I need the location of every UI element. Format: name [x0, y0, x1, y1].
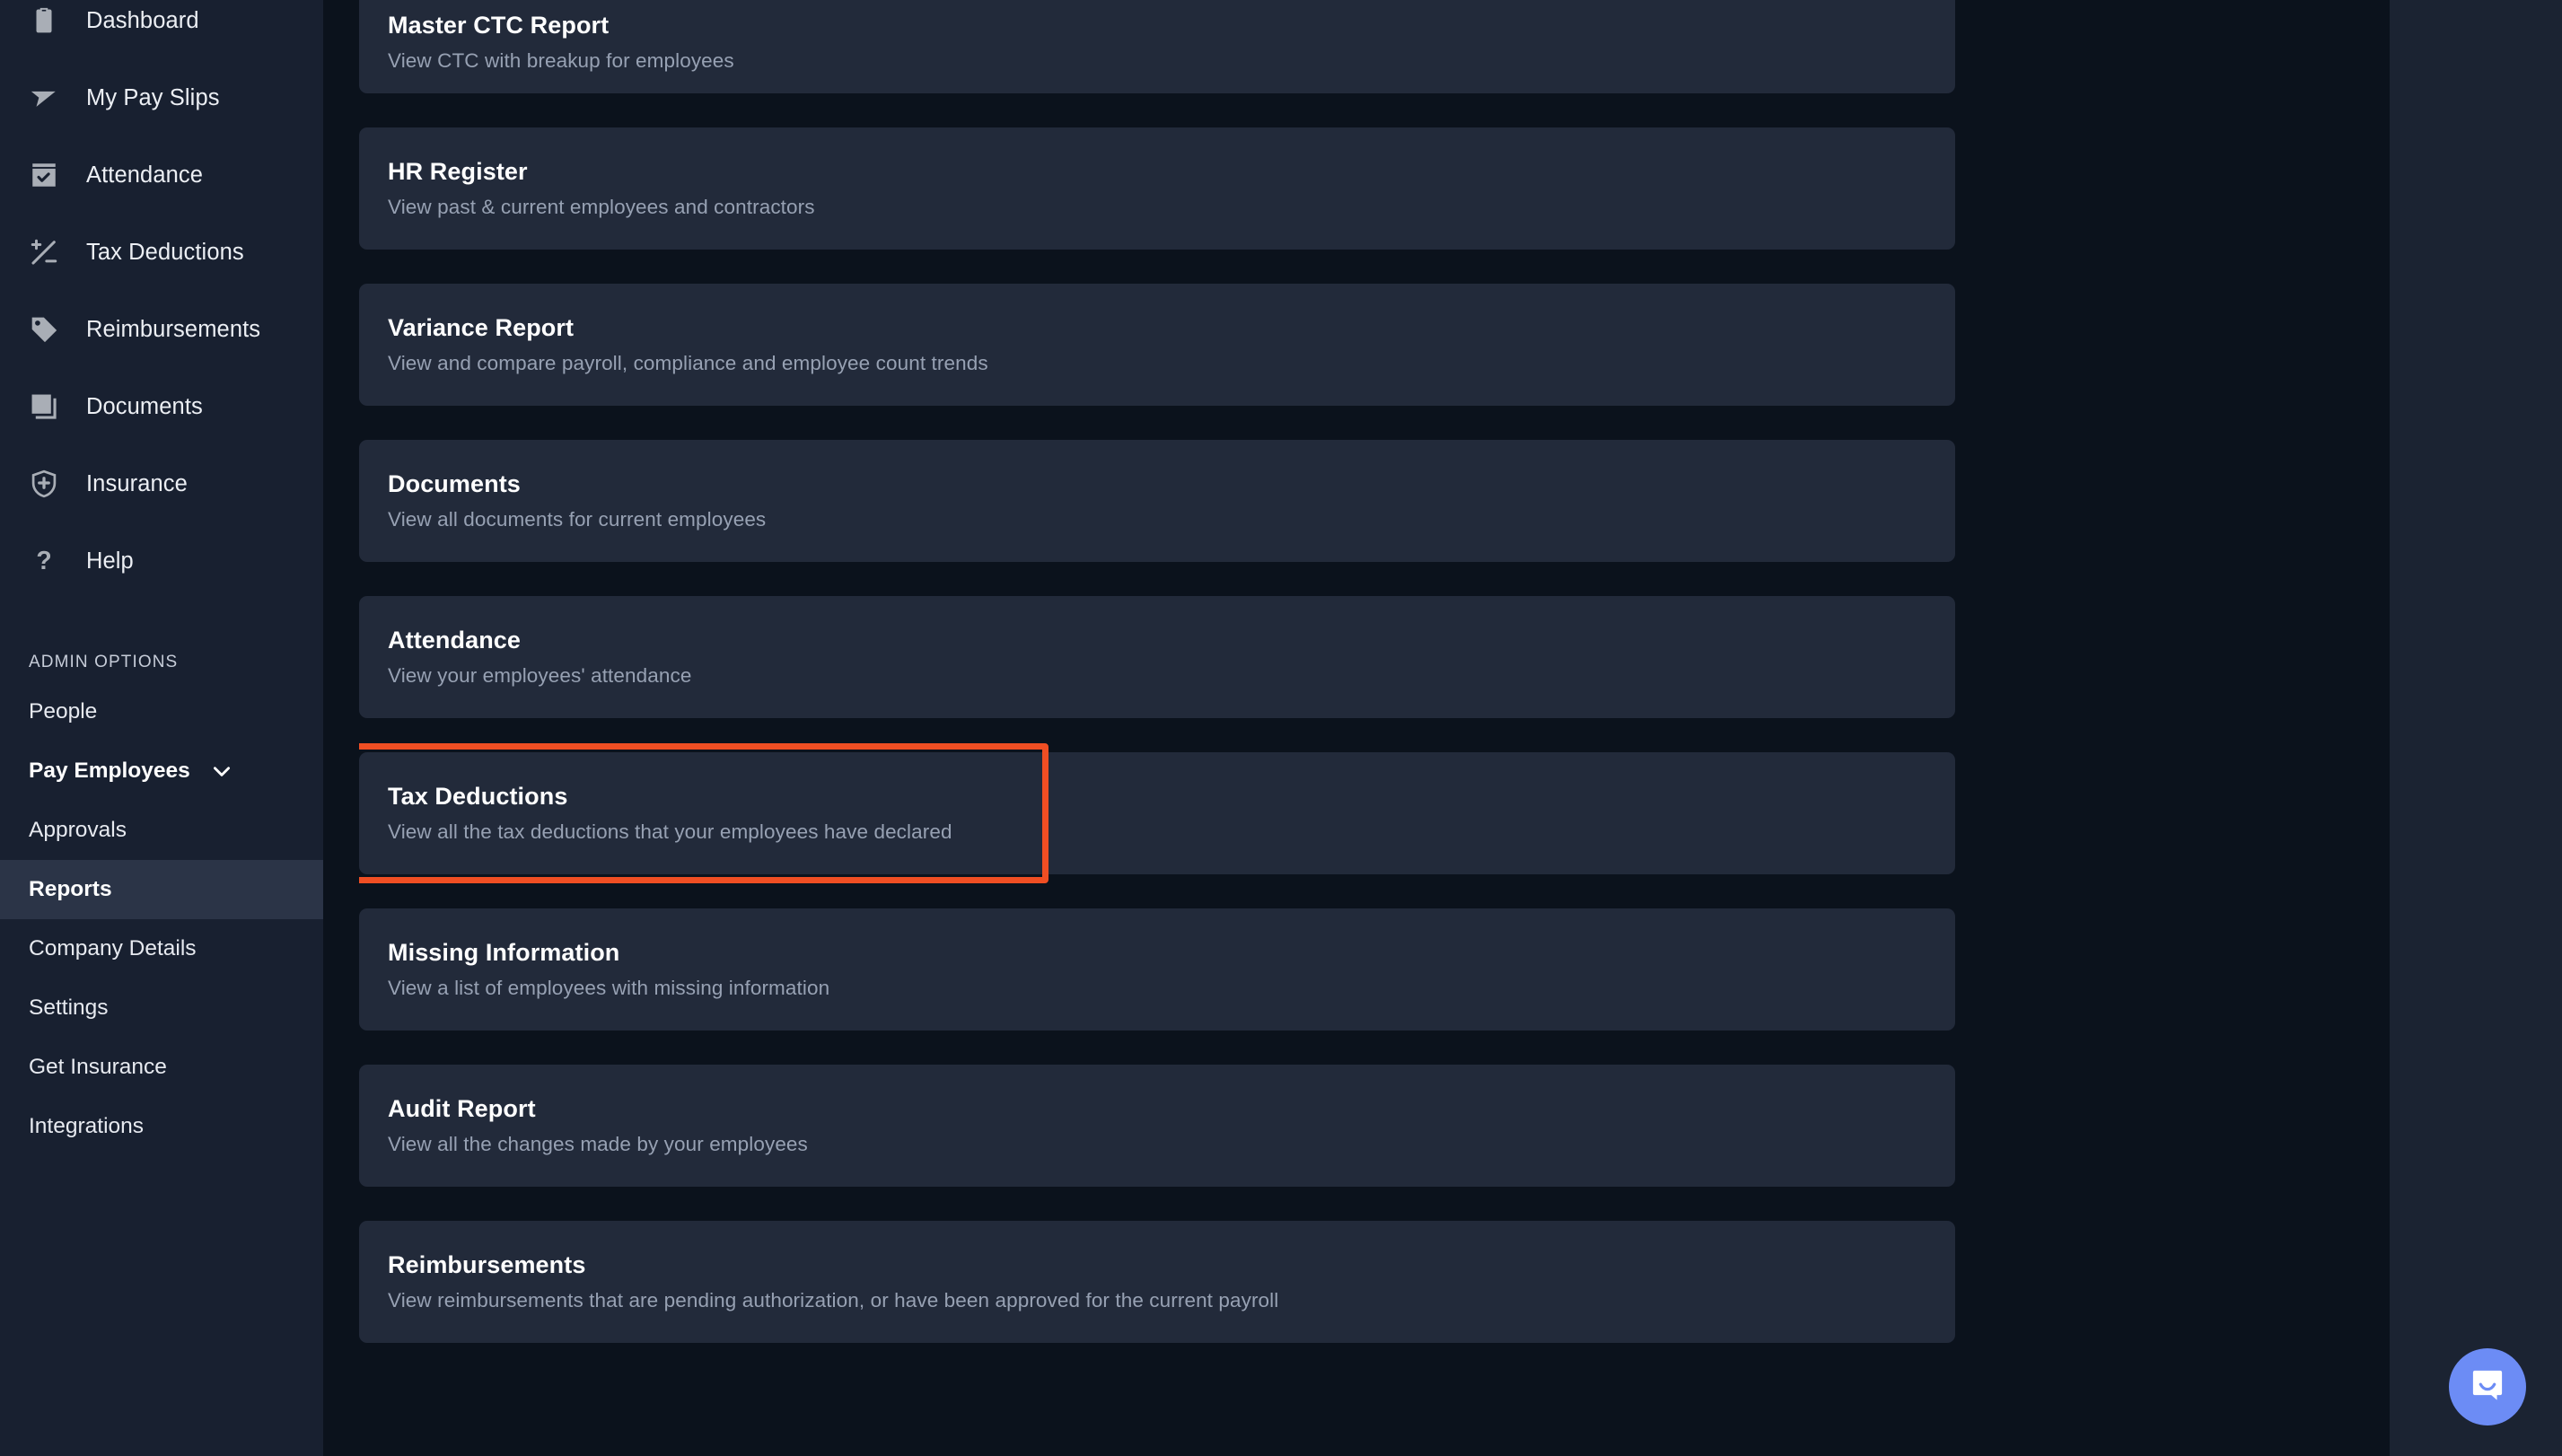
report-card[interactable]: HR Register View past & current employees…: [359, 127, 1955, 250]
sidebar-item-label: Integrations: [29, 1114, 145, 1138]
sidebar-item-label: Help: [86, 548, 134, 574]
report-card[interactable]: Tax Deductions View all the tax deduction…: [359, 752, 1955, 874]
sidebar-item-label: Reports: [29, 877, 112, 901]
report-card-title: Master CTC Report: [388, 12, 610, 39]
sidebar-item-tax-deductions[interactable]: Tax Deductions: [0, 214, 323, 291]
sidebar-item-get-insurance[interactable]: Get Insurance: [0, 1038, 323, 1097]
right-empty-panel: [2390, 0, 2562, 1456]
report-card[interactable]: Attendance View your employees' attendanc…: [359, 596, 1955, 718]
admin-options-heading: ADMIN OPTIONS: [29, 653, 179, 671]
paper-plane-icon: [27, 81, 61, 115]
sidebar-item-reimbursements[interactable]: Reimbursements: [0, 291, 323, 368]
sidebar-item-label: Get Insurance: [29, 1055, 167, 1079]
report-card[interactable]: Reimbursements View reimbursements that a…: [359, 1221, 1955, 1343]
sidebar-item-label: Dashboard: [86, 7, 199, 33]
report-card[interactable]: Audit Report View all the changes made by…: [359, 1065, 1955, 1187]
report-card-subtitle: View CTC with breakup for employees: [388, 49, 734, 72]
report-card-title: Attendance: [388, 627, 522, 653]
sidebar-item-label: Reimbursements: [86, 316, 261, 342]
documents-icon: [27, 390, 61, 424]
report-card-title: Reimbursements: [388, 1251, 586, 1278]
report-card-subtitle: View all the changes made by your employ…: [388, 1133, 808, 1155]
sidebar-item-label: Pay Employees: [29, 759, 190, 783]
sidebar-item-label: Insurance: [86, 470, 188, 496]
question-mark-icon: ?: [27, 544, 61, 578]
report-card-title: Documents: [388, 470, 521, 497]
report-card-subtitle: View a list of employees with missing in…: [388, 977, 830, 999]
calendar-check-icon: [27, 158, 61, 192]
sidebar-item-company-details[interactable]: Company Details: [0, 919, 323, 978]
plus-minus-icon: [27, 235, 61, 269]
sidebar: Dashboard My Pay Slips Attendance Tax De…: [0, 0, 323, 1456]
chevron-down-icon: [210, 759, 233, 783]
sidebar-item-documents[interactable]: Documents: [0, 368, 323, 445]
report-card[interactable]: Missing Information View a list of employ…: [359, 908, 1955, 1031]
svg-text:?: ?: [36, 547, 51, 575]
report-card-title: Audit Report: [388, 1095, 536, 1122]
content-left-gutter: [323, 0, 359, 1456]
app-root: Dashboard My Pay Slips Attendance Tax De…: [0, 0, 2562, 1456]
sidebar-item-label: Attendance: [86, 162, 204, 188]
sidebar-item-insurance[interactable]: Insurance: [0, 445, 323, 522]
report-card-title: Tax Deductions: [388, 783, 568, 810]
sidebar-item-dashboard[interactable]: Dashboard: [0, 0, 323, 59]
report-card-title: HR Register: [388, 158, 528, 185]
sidebar-item-label: Approvals: [29, 818, 127, 842]
report-card-title: Variance Report: [388, 314, 575, 341]
report-card-subtitle: View reimbursements that are pending aut…: [388, 1289, 1279, 1311]
sidebar-item-label: Settings: [29, 996, 109, 1020]
sidebar-item-my-pay-slips[interactable]: My Pay Slips: [0, 59, 323, 136]
reports-card-list: Master CTC Report View CTC with breakup f…: [359, 0, 1955, 1377]
main-content: Master CTC Report View CTC with breakup f…: [359, 0, 2562, 1456]
sidebar-item-label: Documents: [86, 393, 203, 419]
sidebar-item-attendance[interactable]: Attendance: [0, 136, 323, 214]
sidebar-item-label: Tax Deductions: [86, 239, 244, 265]
sidebar-item-help[interactable]: ? Help: [0, 522, 323, 600]
sidebar-item-people[interactable]: People: [0, 682, 323, 741]
report-card-subtitle: View all the tax deductions that your em…: [388, 820, 952, 843]
sidebar-item-label: Company Details: [29, 936, 197, 960]
sidebar-item-reports[interactable]: Reports: [0, 860, 323, 919]
shield-plus-icon: [27, 467, 61, 501]
tag-icon: [27, 312, 61, 346]
chat-bubble-icon: [2467, 1364, 2508, 1410]
sidebar-item-pay-employees[interactable]: Pay Employees: [0, 741, 323, 801]
sidebar-item-settings[interactable]: Settings: [0, 978, 323, 1038]
report-card[interactable]: Documents View all documents for current …: [359, 440, 1955, 562]
report-card[interactable]: Master CTC Report View CTC with breakup f…: [359, 0, 1955, 93]
report-card-subtitle: View and compare payroll, compliance and…: [388, 352, 988, 374]
report-card-subtitle: View all documents for current employees: [388, 508, 767, 531]
sidebar-item-integrations[interactable]: Integrations: [0, 1097, 323, 1156]
sidebar-item-label: My Pay Slips: [86, 84, 220, 110]
clipboard-icon: [27, 4, 61, 38]
report-card[interactable]: Variance Report View and compare payroll,…: [359, 284, 1955, 406]
report-card-title: Missing Information: [388, 939, 620, 966]
sidebar-item-approvals[interactable]: Approvals: [0, 801, 323, 860]
report-card-subtitle: View your employees' attendance: [388, 664, 692, 687]
intercom-chat-launcher-button[interactable]: [2449, 1348, 2526, 1425]
report-card-subtitle: View past & current employees and contra…: [388, 196, 815, 218]
sidebar-item-label: People: [29, 699, 98, 724]
